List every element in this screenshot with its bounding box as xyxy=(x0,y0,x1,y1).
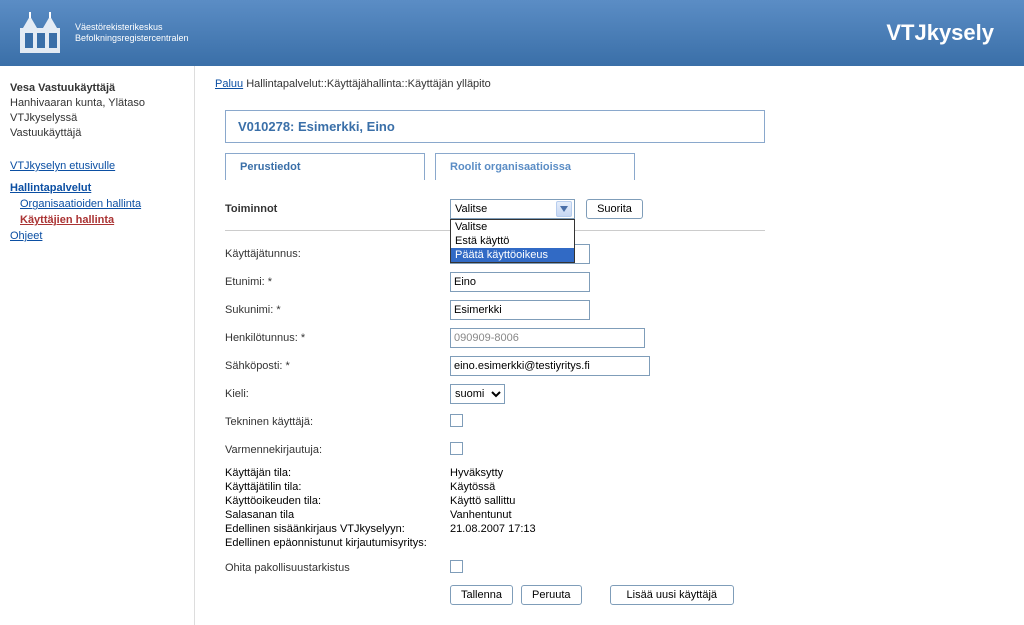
main-content: Paluu Hallintapalvelut::Käyttäjähallinta… xyxy=(195,66,1024,625)
org-name-fi: Väestörekisterikeskus xyxy=(75,22,189,33)
org-name-sv: Befolkningsregistercentralen xyxy=(75,33,189,44)
user-info-block: Vesa Vastuukäyttäjä Hanhivaaran kunta, Y… xyxy=(10,81,184,140)
toiminnot-option-paata[interactable]: Päätä käyttöoikeus xyxy=(451,248,574,262)
lang-label: Kieli: xyxy=(225,388,450,400)
cancel-button[interactable]: Peruuta xyxy=(521,585,582,605)
last-fail-label: Edellinen epäonnistunut kirjautumisyrity… xyxy=(225,537,450,549)
breadcrumb-trail: Hallintapalvelut::Käyttäjähallinta::Käyt… xyxy=(246,78,491,90)
last-login-value: 21.08.2007 17:13 xyxy=(450,523,536,535)
sidebar-link-orgs[interactable]: Organisaatioiden hallinta xyxy=(20,198,184,210)
toiminnot-option-valitse[interactable]: Valitse xyxy=(451,220,574,234)
user-name: Vesa Vastuukäyttäjä xyxy=(10,81,184,96)
tab-basic-info[interactable]: Perustiedot xyxy=(225,153,425,180)
right-state-value: Käyttö sallittu xyxy=(450,495,515,507)
top-bar: Väestörekisterikeskus Befolkningsregiste… xyxy=(0,0,1024,66)
user-state-value: Hyväksytty xyxy=(450,467,503,479)
save-button[interactable]: Tallenna xyxy=(450,585,513,605)
user-state-label: Käyttäjän tila: xyxy=(225,467,450,479)
email-label: Sähköposti: * xyxy=(225,360,450,372)
vrk-logo-icon xyxy=(15,8,65,58)
email-input[interactable] xyxy=(450,356,650,376)
user-org: Hanhivaaran kunta, Ylätaso xyxy=(10,96,184,111)
user-role: Vastuukäyttäjä xyxy=(10,126,184,141)
add-new-user-button[interactable]: Lisää uusi käyttäjä xyxy=(610,585,735,605)
toiminnot-option-esta[interactable]: Estä käyttö xyxy=(451,234,574,248)
hetu-input[interactable] xyxy=(450,328,645,348)
lastname-input[interactable] xyxy=(450,300,590,320)
username-label: Käyttäjätunnus: xyxy=(225,248,450,260)
tabs: Perustiedot Roolit organisaatioissa xyxy=(225,153,765,180)
hetu-label: Henkilötunnus: * xyxy=(225,332,450,344)
sidebar-link-users[interactable]: Käyttäjien hallinta xyxy=(20,214,184,226)
password-state-value: Vanhentunut xyxy=(450,509,512,521)
user-context: VTJkyselyssä xyxy=(10,111,184,126)
lastname-label: Sukunimi: * xyxy=(225,304,450,316)
app-title: VTJkysely xyxy=(886,20,994,46)
sidebar-section-admin[interactable]: Hallintapalvelut xyxy=(10,182,184,194)
page-title: V010278: Esimerkki, Eino xyxy=(225,110,765,143)
toiminnot-select[interactable]: Valitse Valitse Estä käyttö Päätä käyttö… xyxy=(450,199,575,219)
tab-roles[interactable]: Roolit organisaatioissa xyxy=(435,153,635,180)
technical-label: Tekninen käyttäjä: xyxy=(225,416,450,428)
cert-checkbox[interactable] xyxy=(450,442,463,455)
sidebar-link-help[interactable]: Ohjeet xyxy=(10,230,184,242)
breadcrumb: Paluu Hallintapalvelut::Käyttäjähallinta… xyxy=(215,78,1004,90)
chevron-down-icon xyxy=(556,201,572,217)
last-login-label: Edellinen sisäänkirjaus VTJkyselyyn: xyxy=(225,523,450,535)
skip-checkbox[interactable] xyxy=(450,560,463,573)
sidebar-link-frontpage[interactable]: VTJkyselyn etusivulle xyxy=(10,160,184,172)
firstname-input[interactable] xyxy=(450,272,590,292)
right-state-label: Käyttöoikeuden tila: xyxy=(225,495,450,507)
sidebar: Vesa Vastuukäyttäjä Hanhivaaran kunta, Y… xyxy=(0,66,195,625)
firstname-label: Etunimi: * xyxy=(225,276,450,288)
breadcrumb-back-link[interactable]: Paluu xyxy=(215,78,243,90)
account-state-value: Käytössä xyxy=(450,481,495,493)
toiminnot-dropdown-list: Valitse Estä käyttö Päätä käyttöoikeus xyxy=(450,219,575,263)
cert-label: Varmennekirjautuja: xyxy=(225,444,450,456)
logo-area: Väestörekisterikeskus Befolkningsregiste… xyxy=(15,8,189,58)
account-state-label: Käyttäjätilin tila: xyxy=(225,481,450,493)
toiminnot-selected: Valitse xyxy=(455,203,487,215)
skip-label: Ohita pakollisuustarkistus xyxy=(225,562,450,574)
suorita-button[interactable]: Suorita xyxy=(586,199,643,219)
toiminnot-label: Toiminnot xyxy=(225,203,450,215)
technical-checkbox[interactable] xyxy=(450,414,463,427)
password-state-label: Salasanan tila xyxy=(225,509,450,521)
lang-select[interactable]: suomi xyxy=(450,384,505,404)
